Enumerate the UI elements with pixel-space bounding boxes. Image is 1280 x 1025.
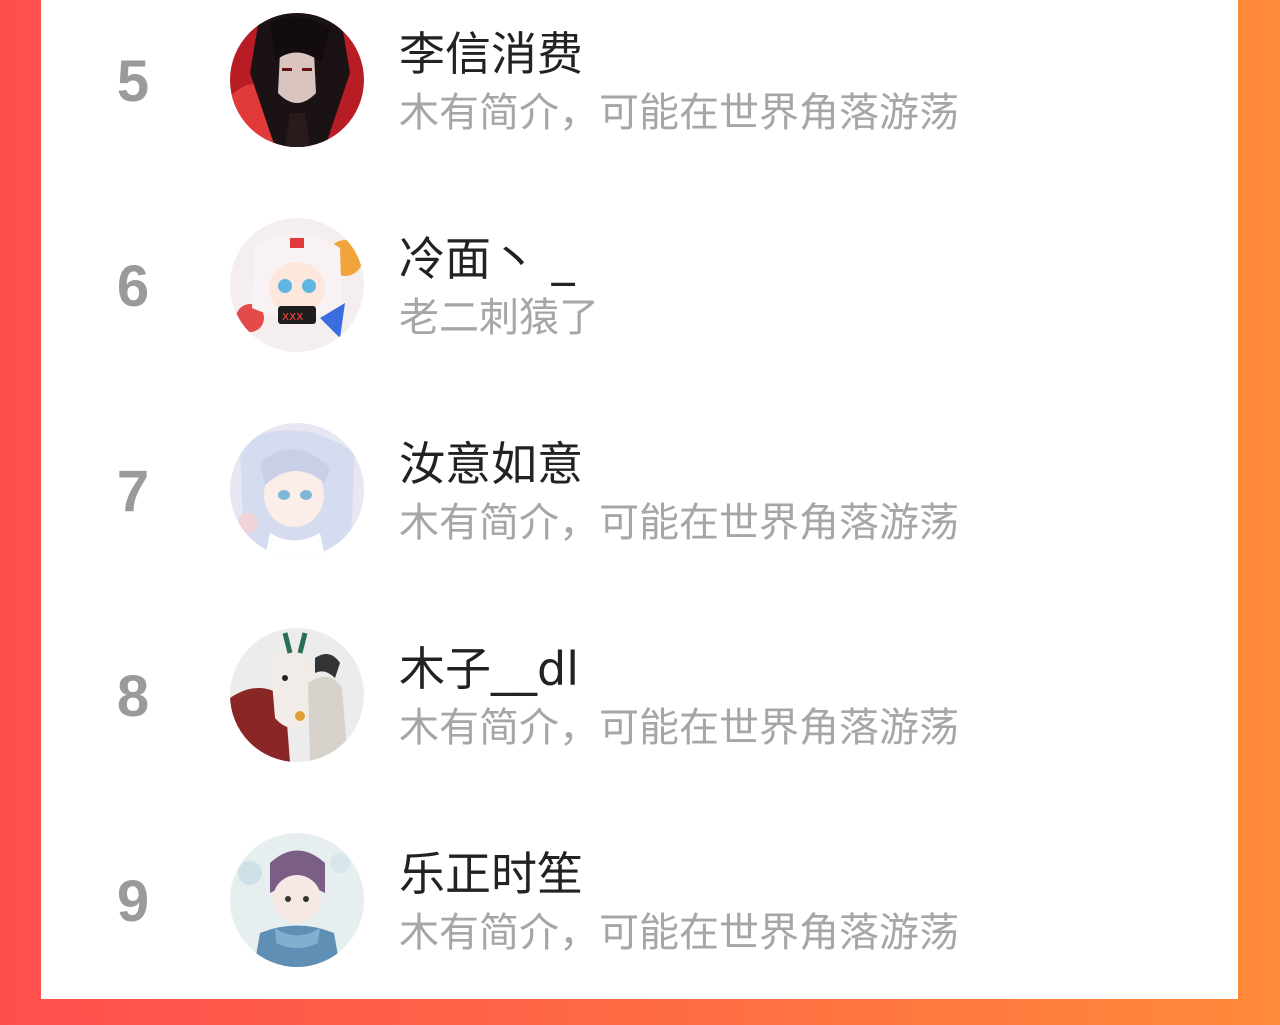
avatar-boy-illustration-icon — [230, 833, 364, 967]
list-item[interactable]: 8 木子__dl 木有简介，可能在世界角落游荡 — [41, 615, 1238, 820]
user-name[interactable]: 李信消费 — [399, 18, 583, 84]
user-avatar[interactable] — [230, 628, 364, 762]
user-bio: 木有简介，可能在世界角落游荡 — [399, 90, 959, 136]
rank-number: 5 — [116, 49, 150, 114]
user-name[interactable]: 汝意如意 — [399, 428, 583, 494]
rank-number: 9 — [116, 869, 150, 934]
avatar-pastel-anime-icon — [230, 423, 364, 557]
user-avatar[interactable] — [230, 833, 364, 967]
user-avatar[interactable] — [230, 423, 364, 557]
user-bio: 老二刺猿了 — [399, 295, 599, 341]
user-name[interactable]: 乐正时笙 — [399, 838, 583, 904]
user-bio: 木有简介，可能在世界角落游荡 — [399, 705, 959, 751]
svg-text:xxx: xxx — [282, 309, 303, 323]
list-item[interactable]: 7 汝意如意 木有简介，可能在世界角落游荡 — [41, 410, 1238, 615]
user-bio: 木有简介，可能在世界角落游荡 — [399, 910, 959, 956]
avatar-deer-illustration-icon — [230, 628, 364, 762]
user-bio: 木有简介，可能在世界角落游荡 — [399, 500, 959, 546]
rank-number: 8 — [116, 664, 150, 729]
user-avatar[interactable]: xxx — [230, 218, 364, 352]
user-name[interactable]: 木子__dl — [399, 633, 579, 699]
rank-number: 7 — [116, 459, 150, 524]
list-item[interactable]: 9 乐正时笙 木有简介，可能在世界角落游荡 — [41, 820, 1238, 1025]
leaderboard-panel: 5 李信消费 木有简介，可能在世界角落游荡 6 xxx 冷面丶 _ 老二刺猿了 … — [41, 0, 1238, 999]
rank-number: 6 — [116, 254, 150, 319]
user-name[interactable]: 冷面丶 _ — [399, 223, 575, 289]
avatar-white-hair-anime-icon: xxx — [230, 218, 364, 352]
list-item[interactable]: 5 李信消费 木有简介，可能在世界角落游荡 — [41, 0, 1238, 205]
avatar-dark-red-anime-icon — [230, 13, 364, 147]
user-avatar[interactable] — [230, 13, 364, 147]
list-item[interactable]: 6 xxx 冷面丶 _ 老二刺猿了 — [41, 205, 1238, 410]
